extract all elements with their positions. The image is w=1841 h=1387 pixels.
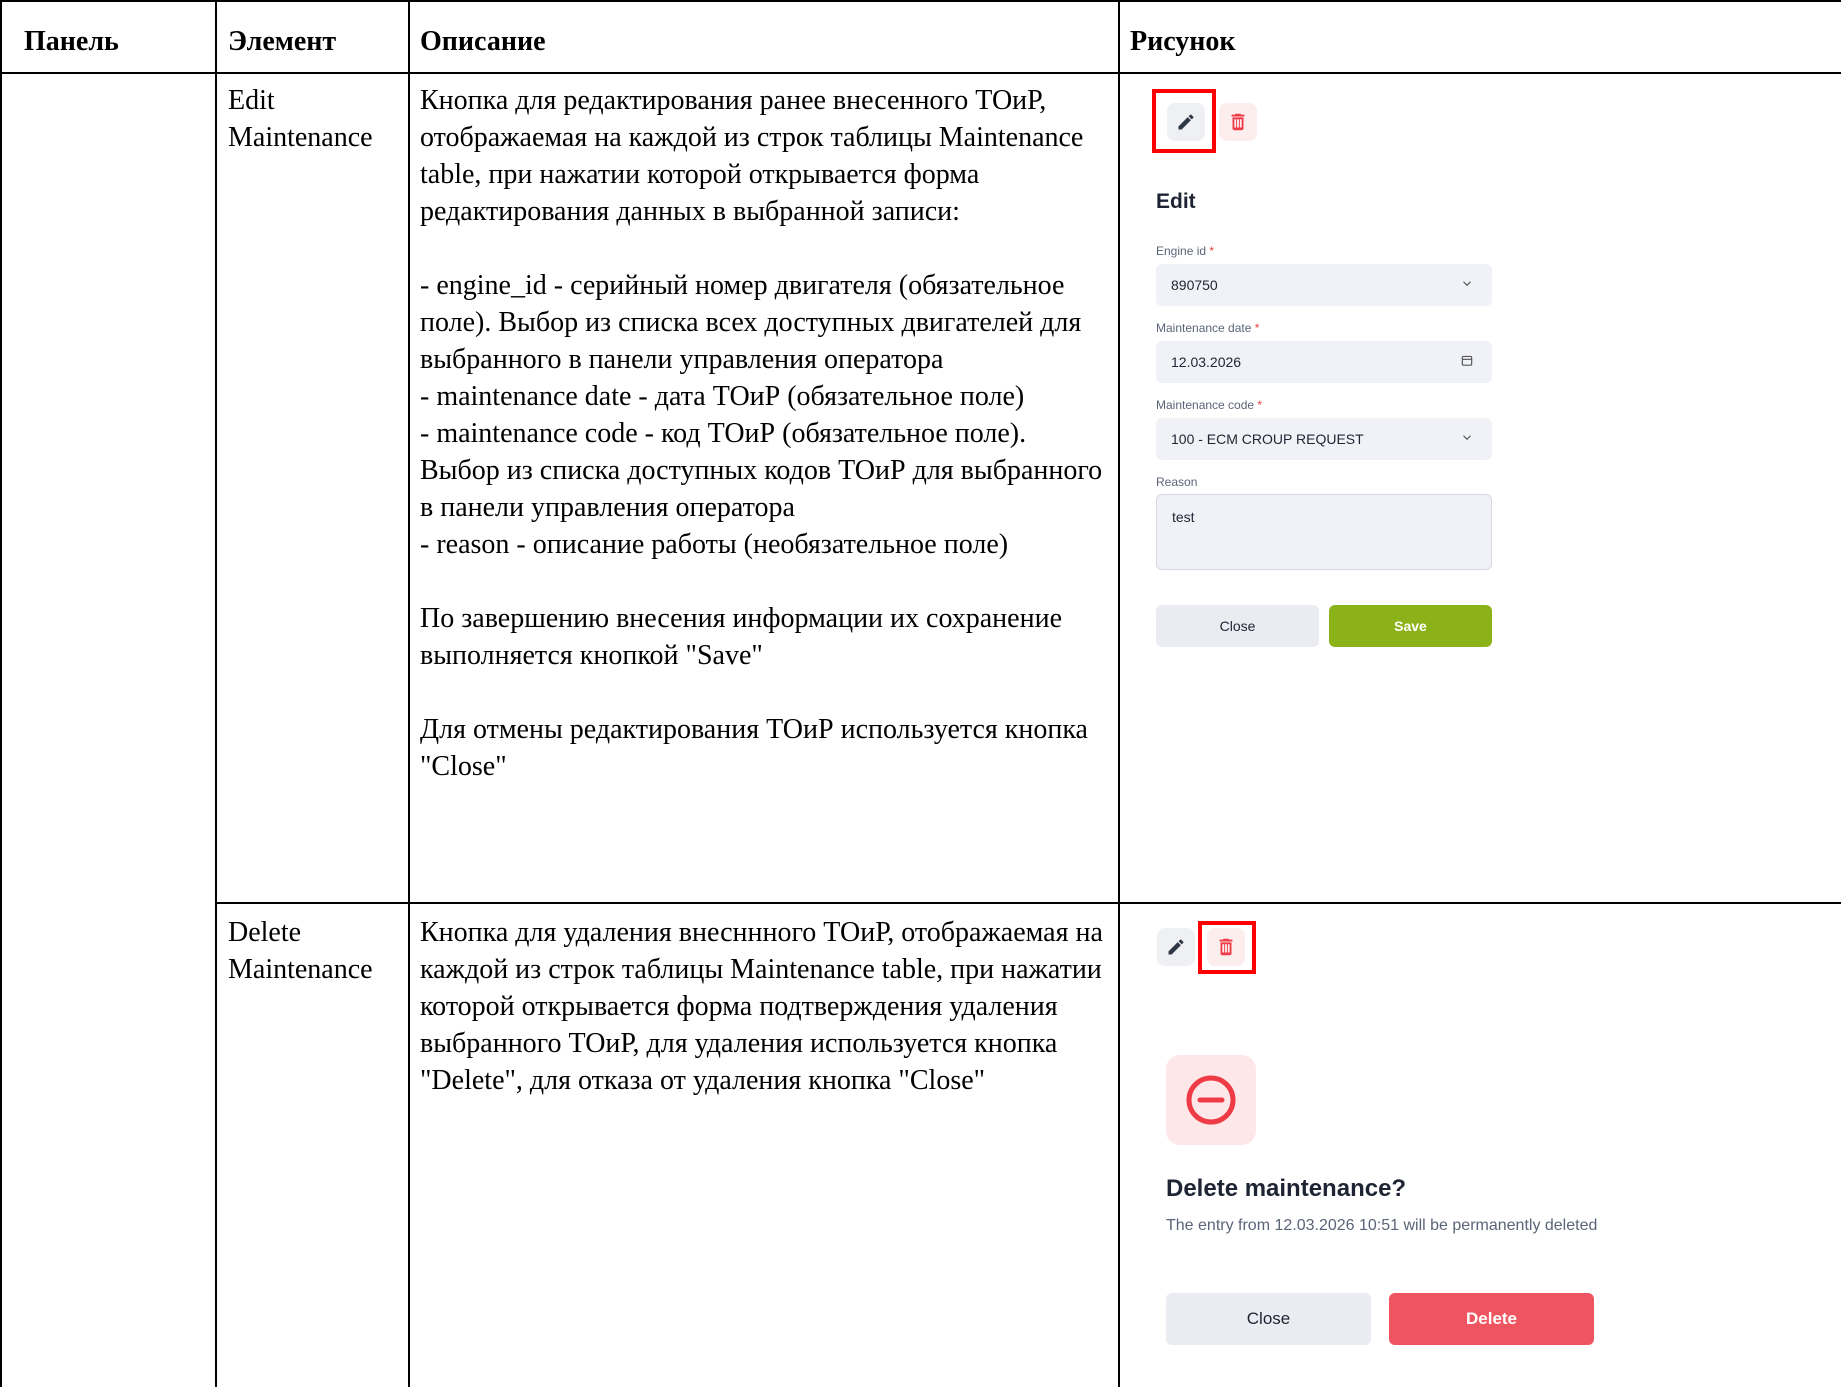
col-divider-1: [215, 0, 217, 1387]
edit-form-title: Edit: [1156, 190, 1196, 213]
header-figure: Рисунок: [1130, 26, 1236, 57]
delete-dialog-title: Delete maintenance?: [1166, 1175, 1407, 1202]
row1-element: Edit Maintenance: [228, 85, 373, 153]
engine-id-label: Engine id *: [1156, 244, 1215, 258]
header-panel: Панель: [24, 26, 119, 57]
header-bottom-border: [0, 72, 1841, 74]
row1-description: Кнопка для редактирования ранее внесенно…: [420, 82, 1110, 785]
calendar-icon: [1460, 354, 1474, 371]
maintenance-date-label: Maintenance date *: [1156, 321, 1260, 335]
edit-close-button[interactable]: Close: [1156, 605, 1319, 647]
maintenance-code-select[interactable]: 100 - ECM CROUP REQUEST: [1156, 418, 1492, 460]
row2-desc-para-1: Кнопка для удаления внесннного ТОиР, ото…: [420, 917, 1103, 1096]
row-divider: [215, 902, 1841, 904]
minus-circle-icon: [1186, 1075, 1236, 1125]
pencil-icon: [1168, 939, 1184, 955]
reason-label: Reason: [1156, 475, 1198, 489]
header-description: Описание: [420, 26, 546, 57]
delete-warning-badge: [1166, 1055, 1256, 1145]
confirm-delete-button[interactable]: Delete: [1389, 1293, 1594, 1345]
engine-id-select[interactable]: 890750: [1156, 264, 1492, 306]
table-left-border: [0, 0, 2, 1387]
chevron-down-icon: [1460, 277, 1474, 294]
row2-description: Кнопка для удаления внесннного ТОиР, ото…: [420, 914, 1110, 1099]
reason-textarea[interactable]: test: [1156, 494, 1492, 570]
col-divider-3: [1118, 0, 1120, 1387]
save-button[interactable]: Save: [1329, 605, 1492, 647]
delete-close-button[interactable]: Close: [1166, 1293, 1371, 1345]
table-top-border: [0, 0, 1841, 2]
row1-desc-para-3: По завершению внесения информации их сох…: [420, 603, 1062, 671]
edit-button[interactable]: [1157, 928, 1195, 966]
edit-button-highlight: [1152, 89, 1216, 153]
trash-icon: [1231, 113, 1245, 131]
maintenance-date-input[interactable]: 12.03.2026: [1156, 341, 1492, 383]
row1-desc-para-4: Для отмены редактирования ТОиР используе…: [420, 714, 1088, 782]
maintenance-code-label: Maintenance code *: [1156, 398, 1263, 412]
delete-dialog-text: The entry from 12.03.2026 10:51 will be …: [1166, 1217, 1598, 1234]
row1-desc-para-1: Кнопка для редактирования ранее внесенно…: [420, 85, 1084, 227]
header-element: Элемент: [228, 26, 337, 57]
col-divider-2: [408, 0, 410, 1387]
delete-button[interactable]: [1219, 103, 1257, 141]
row1-desc-para-2: - engine_id - серийный номер двигателя (…: [420, 270, 1103, 560]
delete-button-highlight: [1198, 921, 1256, 974]
chevron-down-icon: [1460, 431, 1474, 448]
row2-element: Delete Maintenance: [228, 917, 373, 985]
